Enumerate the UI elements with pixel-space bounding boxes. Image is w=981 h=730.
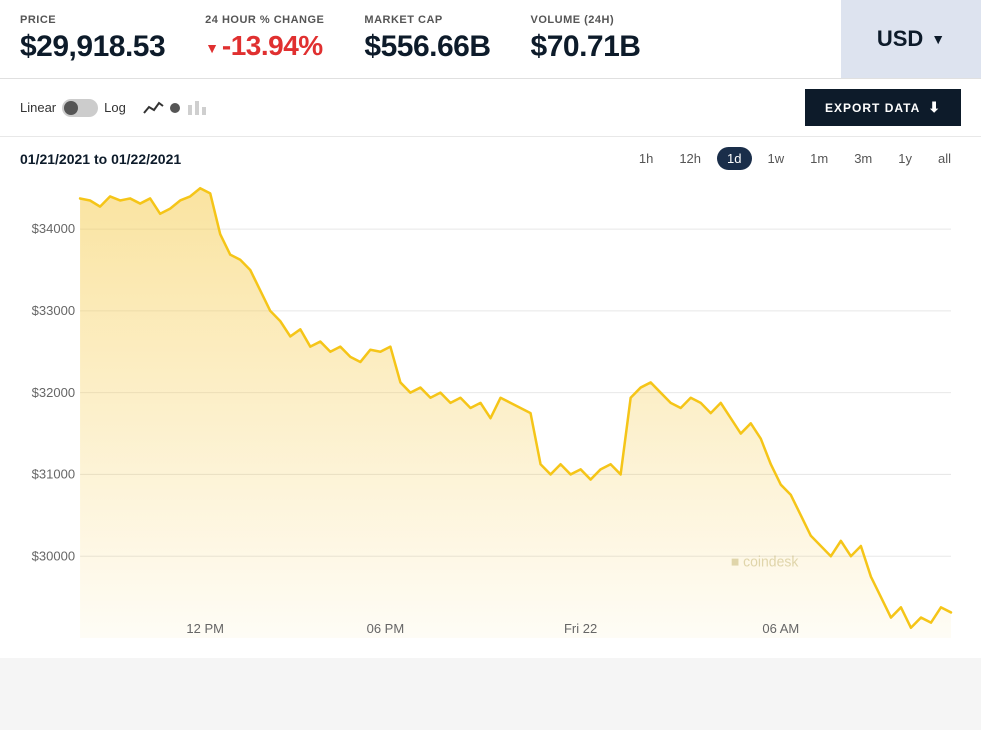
export-data-button[interactable]: EXPORT DATA ⬇	[805, 89, 961, 126]
download-icon: ⬇	[928, 99, 941, 116]
svg-text:$31000: $31000	[32, 466, 75, 481]
date-range: 01/21/2021 to 01/22/2021	[20, 151, 181, 167]
price-stat: PRICE $29,918.53	[20, 14, 165, 64]
currency-dropdown-icon: ▼	[931, 31, 945, 47]
chart-controls-left: Linear Log	[20, 97, 208, 119]
time-buttons: 1h 12h 1d 1w 1m 3m 1y all	[629, 147, 961, 170]
svg-text:Fri 22: Fri 22	[564, 621, 597, 636]
date-to: 01/22/2021	[111, 151, 181, 167]
toggle-knob	[64, 101, 78, 115]
volume-stat: VOLUME (24H) $70.71B	[531, 14, 641, 64]
chart-controls: Linear Log	[0, 79, 981, 137]
time-btn-3m[interactable]: 3m	[844, 147, 882, 170]
active-dot-indicator	[170, 103, 180, 113]
time-btn-1w[interactable]: 1w	[758, 147, 795, 170]
change-value: -13.94%	[205, 30, 324, 62]
svg-text:$30000: $30000	[32, 548, 75, 563]
date-range-bar: 01/21/2021 to 01/22/2021 1h 12h 1d 1w 1m…	[0, 137, 981, 178]
scale-toggle: Linear Log	[20, 99, 126, 117]
svg-text:06 PM: 06 PM	[367, 621, 405, 636]
currency-label: USD	[877, 26, 923, 52]
price-value: $29,918.53	[20, 30, 165, 64]
date-from: 01/21/2021	[20, 151, 90, 167]
svg-text:■ coindesk: ■ coindesk	[731, 554, 800, 570]
price-chart: $34000 $33000 $32000 $31000 $30000 12 PM…	[20, 178, 961, 638]
time-btn-all[interactable]: all	[928, 147, 961, 170]
bar-chart-icon[interactable]	[186, 97, 208, 119]
linear-log-toggle[interactable]	[62, 99, 98, 117]
marketcap-value: $556.66B	[364, 30, 490, 64]
time-btn-1m[interactable]: 1m	[800, 147, 838, 170]
chart-type-icons	[142, 97, 208, 119]
change-label: 24 HOUR % CHANGE	[205, 14, 324, 26]
svg-text:$34000: $34000	[32, 221, 75, 236]
log-label: Log	[104, 100, 126, 115]
chart-container: $34000 $33000 $32000 $31000 $30000 12 PM…	[0, 178, 981, 658]
volume-value: $70.71B	[531, 30, 641, 64]
date-separator: to	[94, 151, 111, 167]
marketcap-stat: MARKET CAP $556.66B	[364, 14, 490, 64]
change-stat: 24 HOUR % CHANGE -13.94%	[205, 14, 324, 64]
svg-text:$33000: $33000	[32, 303, 75, 318]
svg-text:12 PM: 12 PM	[186, 621, 224, 636]
header-stats: PRICE $29,918.53 24 HOUR % CHANGE -13.94…	[0, 0, 841, 78]
time-btn-12h[interactable]: 12h	[669, 147, 711, 170]
line-chart-icon[interactable]	[142, 97, 164, 119]
currency-selector[interactable]: USD ▼	[841, 0, 981, 78]
time-btn-1h[interactable]: 1h	[629, 147, 663, 170]
time-btn-1y[interactable]: 1y	[888, 147, 922, 170]
volume-label: VOLUME (24H)	[531, 14, 641, 26]
svg-text:$32000: $32000	[32, 385, 75, 400]
time-btn-1d[interactable]: 1d	[717, 147, 751, 170]
header-bar: PRICE $29,918.53 24 HOUR % CHANGE -13.94…	[0, 0, 981, 79]
linear-label: Linear	[20, 100, 56, 115]
price-label: PRICE	[20, 14, 165, 26]
svg-text:06 AM: 06 AM	[762, 621, 799, 636]
chart-area: $34000 $33000 $32000 $31000 $30000 12 PM…	[20, 178, 961, 638]
marketcap-label: MARKET CAP	[364, 14, 490, 26]
export-label: EXPORT DATA	[825, 101, 920, 115]
